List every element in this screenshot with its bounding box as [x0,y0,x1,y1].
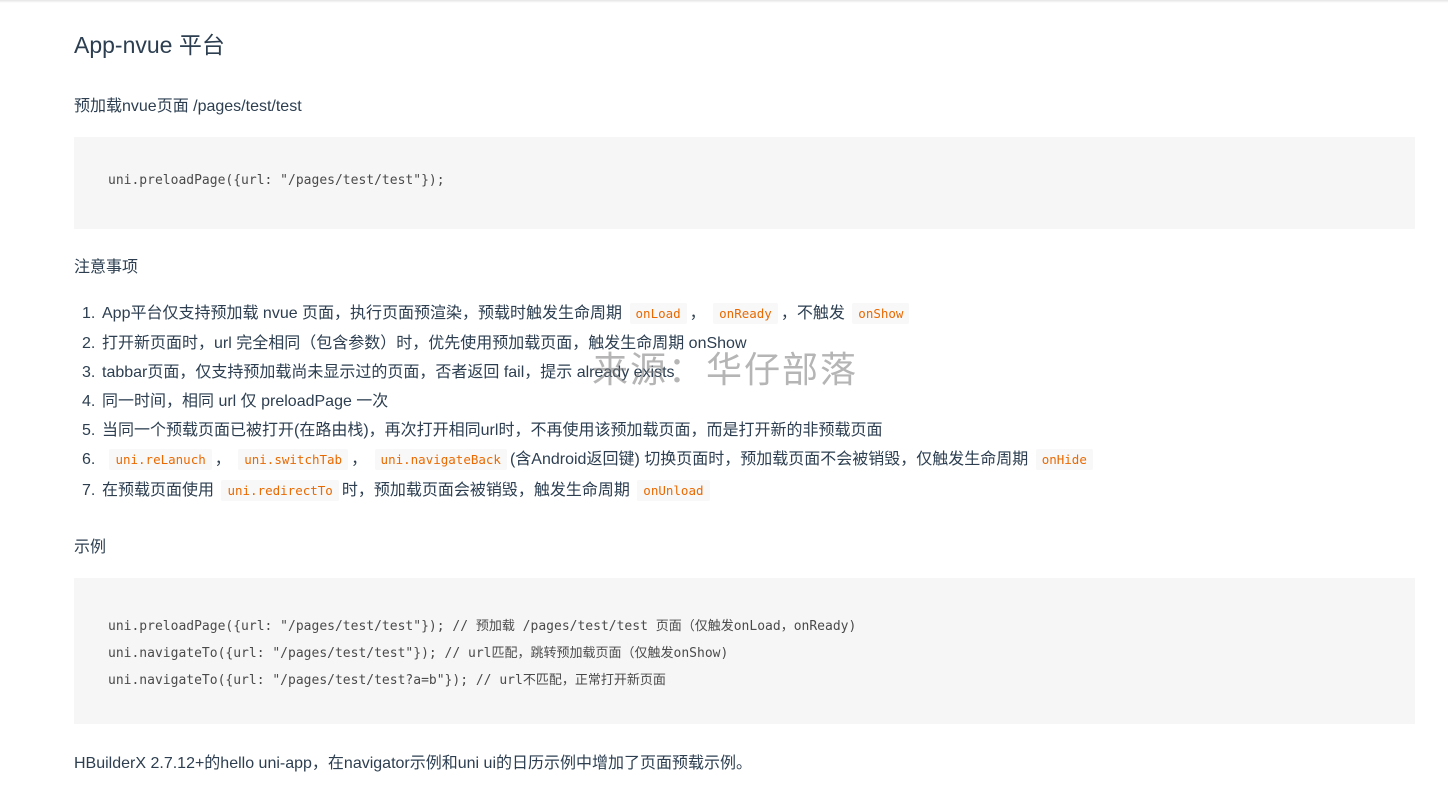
section-heading: App-nvue 平台 [74,32,225,58]
list-item: 6. uni.reLanuch， uni.switchTab， uni.navi… [82,448,1096,472]
list-item: 3. tabbar页面，仅支持预加载尚未显示过的页面，否者返回 fail，提示 a… [82,364,675,381]
top-shadow [0,0,1448,3]
inline-code: uni.reLanuch [109,449,212,470]
inline-code: uni.redirectTo [221,480,339,501]
inline-code: uni.switchTab [238,449,349,470]
list-item: 4. 同一时间，相同 url 仅 preloadPage 一次 [82,393,389,410]
code-line: uni.navigateTo({url: "/pages/test/test?a… [108,673,666,688]
list-item: 1. App平台仅支持预加载 nvue 页面，执行页面预渲染，预载时触发生命周期 … [82,302,912,326]
inline-code: onHide [1035,449,1093,470]
intro-paragraph: 预加载nvue页面 /pages/test/test [74,98,302,115]
footer-paragraph: HBuilderX 2.7.12+的hello uni-app，在navigat… [74,755,753,772]
notes-heading: 注意事项 [74,259,139,276]
list-item: 7. 在预载页面使用 uni.redirectTo 时，预加载页面会被销毁，触发生命… [82,479,713,503]
code-line: uni.navigateTo({url: "/pages/test/test"}… [108,646,729,661]
inline-code: onReady [713,303,778,324]
code-block-example: uni.preloadPage({url: "/pages/test/test"… [74,578,1415,724]
code-line: uni.preloadPage({url: "/pages/test/test"… [108,619,857,634]
list-item: 5. 当同一个预载页面已被打开(在路由栈)，再次打开相同url时，不再使用该预加载… [82,422,883,439]
inline-code: onShow [852,303,910,324]
inline-code: uni.navigateBack [374,449,507,470]
inline-code: onUnload [637,480,710,501]
example-heading: 示例 [74,539,107,556]
inline-code: onLoad [629,303,687,324]
watermark: 来源：华仔部落 [592,350,859,391]
code-line: uni.preloadPage({url: "/pages/test/test"… [108,173,445,188]
code-block-preload: uni.preloadPage({url: "/pages/test/test"… [74,137,1415,229]
